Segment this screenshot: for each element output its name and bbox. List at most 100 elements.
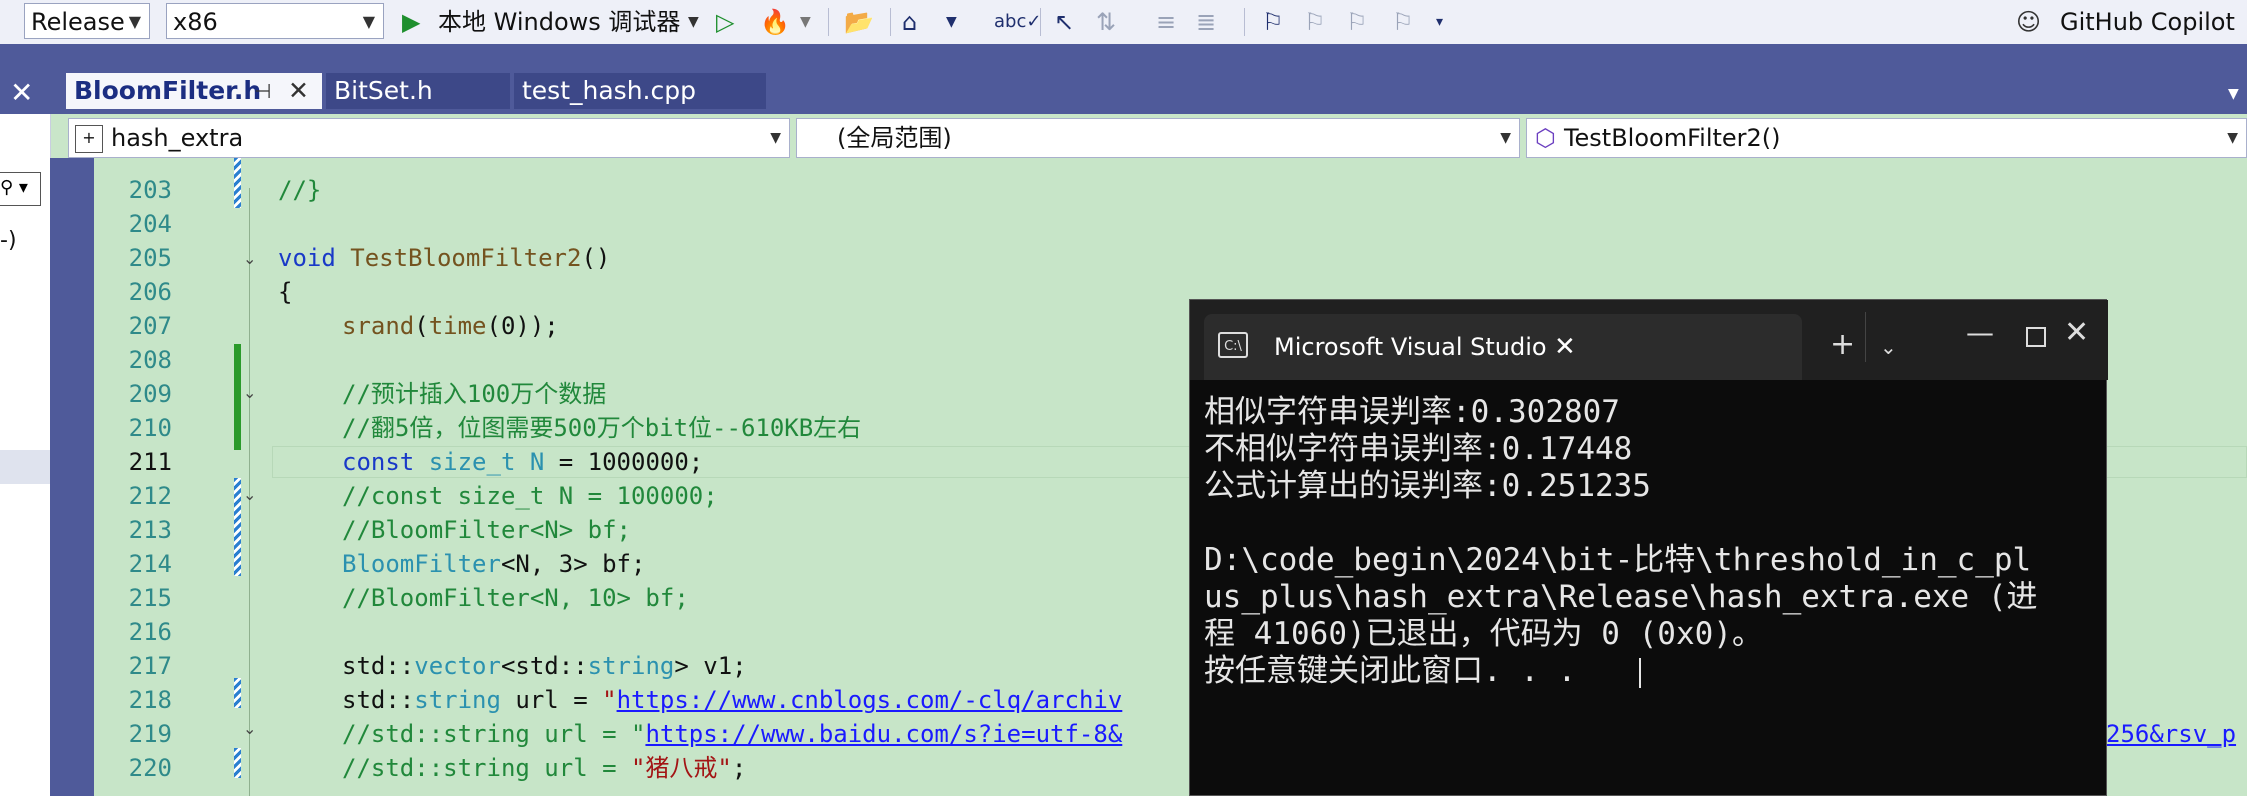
console-output-line: us_plus\hash_extra\Release\hash_extra.ex… [1204,579,2038,615]
start-debugging-button[interactable]: 本地 Windows 调试器 [438,2,680,42]
uncomment-icon[interactable]: ≣ [1196,2,1216,42]
run-without-debugging-icon[interactable]: ▷ [716,2,734,42]
open-folder-icon[interactable]: 📂 [844,2,874,42]
tab-overflow-icon[interactable]: ▼ [2228,86,2239,102]
chevron-down-icon: ▼ [770,130,781,146]
line-number: 209 [128,380,172,408]
close-panel-icon[interactable]: ✕ [10,78,33,108]
toolbar-separator [1040,8,1041,36]
code-text: <std:: [500,652,588,680]
pin-icon[interactable]: ⊣ [254,73,271,109]
chevron-down-icon: ▼ [128,12,141,31]
main-toolbar: Release ▼ x86 ▼ ▶ 本地 Windows 调试器 ▼ ▷ 🔥 ▼… [0,0,2247,45]
clear-bookmarks-icon[interactable]: ⚐ [1392,2,1414,42]
line-number: 213 [128,516,172,544]
toolbar-separator [890,8,891,36]
punctuation: ( [414,312,429,340]
toolbar-overflow-icon[interactable]: ▾ [1436,2,1443,42]
search-icon[interactable]: ⚲ ▾ [0,172,41,206]
line-number-current: 211 [128,448,172,476]
bookmark-icon[interactable]: ⚐ [1262,2,1284,42]
punctuation: () [581,244,611,272]
code-comment: //BloomFilter<N> bf; [342,516,631,544]
next-bookmark-icon[interactable]: ⚐ [1346,2,1368,42]
select-tool-icon[interactable]: ↖ [1054,2,1074,42]
code-comment: //std::string url = " [342,720,646,748]
type-name: string [414,686,501,714]
collapse-icon[interactable]: ⌄ [243,721,257,737]
chevron-down-icon: ▼ [1500,130,1511,146]
code-line: //} [278,176,322,204]
project-dropdown[interactable]: + hash_extra ▼ [68,118,790,158]
copilot-icon[interactable]: ☺ [2016,2,2041,42]
change-marker [234,158,241,208]
console-output-line: 不相似字符串误判率:0.17448 [1204,431,1633,467]
code-text: <N, 3> bf; [500,550,646,578]
line-number: 204 [128,210,172,238]
line-number: 208 [128,346,172,374]
tab-bitset-h[interactable]: BitSet.h [326,73,510,109]
tab-bloomfilter-h[interactable]: BloomFilter.h ⊣ ✕ [66,73,322,109]
member-dropdown[interactable]: ⬡ TestBloomFilter2() ▼ [1526,118,2247,158]
spell-check-icon[interactable]: abc✓ [994,2,1041,42]
close-tab-icon[interactable]: ✕ [1554,330,1576,364]
chevron-down-icon[interactable]: ⌄ [1880,330,1897,364]
collapse-icon[interactable]: ⌄ [243,385,257,401]
panel-scope-icon: -) [0,228,17,253]
url-link[interactable]: https://www.cnblogs.com/-clq/archiv [617,686,1123,714]
format-icon[interactable]: ⇅ [1096,2,1116,42]
code-comment: //BloomFilter<N, 10> bf; [342,584,689,612]
new-tab-icon[interactable]: + [1830,328,1855,362]
previous-bookmark-icon[interactable]: ⚐ [1304,2,1326,42]
function-name: time [428,312,487,340]
copilot-button[interactable]: GitHub Copilot [2060,2,2235,42]
minimize-icon[interactable]: — [1966,316,1994,350]
terminal-icon: C:\ [1218,332,1248,358]
code-comment: //const size_t N = 100000; [342,482,718,510]
collapse-icon[interactable]: ⌄ [243,251,257,267]
code-comment: //翻5倍，位图需要500万个bit位--610KB左右 [342,414,862,442]
code-comment: //预计插入100万个数据 [342,380,607,408]
hot-reload-icon[interactable]: 🔥 [760,2,790,42]
url-link[interactable]: https://www.baidu.com/s?ie=utf-8& [645,720,1122,748]
code-line: const size_t N = 1000000; [342,446,703,479]
line-number: 214 [128,550,172,578]
console-title-bar: C:\ Microsoft Visual Studio ✕ + ⌄ — ✕ [1190,300,2108,380]
close-tab-icon[interactable]: ✕ [288,73,309,109]
hot-reload-dropdown-icon[interactable]: ▼ [800,2,811,42]
method-icon: ⬡ [1535,124,1556,152]
console-window[interactable]: C:\ Microsoft Visual Studio ✕ + ⌄ — ✕ 相似… [1189,299,2108,796]
close-window-icon[interactable]: ✕ [2064,316,2089,350]
collapse-icon[interactable]: ⌄ [243,487,257,503]
line-number: 205 [128,244,172,272]
debugger-dropdown-icon[interactable]: ▼ [688,2,699,42]
line-number: 210 [128,414,172,442]
toolbar-separator [828,8,829,36]
platform-dropdown[interactable]: x86 ▼ [166,3,384,39]
line-number: 218 [128,686,172,714]
configuration-dropdown[interactable]: Release ▼ [24,3,150,39]
keyword: void [278,244,336,272]
comment-out-icon[interactable]: ≡ [1156,2,1176,42]
layout-dropdown-icon[interactable]: ▼ [946,2,957,42]
console-output-line: 公式计算出的误判率:0.251235 [1204,468,1651,504]
code-line: void TestBloomFilter2() [278,242,610,275]
line-number: 216 [128,618,172,646]
start-debugging-icon[interactable]: ▶ [402,2,420,42]
scope-dropdown[interactable]: (全局范围) ▼ [796,118,1520,158]
function-name: TestBloomFilter2 [350,244,582,272]
change-marker [234,344,241,450]
configuration-value: Release [31,8,125,36]
console-tab[interactable]: C:\ Microsoft Visual Studio ✕ [1204,314,1802,380]
line-number: 212 [128,482,172,510]
identifier: N [529,448,545,476]
change-marker [234,748,241,778]
tab-test-hash-cpp[interactable]: test_hash.cpp [514,73,766,109]
maximize-icon[interactable] [2026,327,2046,347]
chevron-down-icon: ▼ [362,12,375,31]
window-layout-icon[interactable]: ⌂ [902,2,917,42]
selected-panel-row[interactable] [0,450,50,484]
project-value: hash_extra [111,124,244,152]
url-link[interactable]: 256&rsv_p [2106,718,2236,751]
toolbar-separator [1244,8,1245,36]
